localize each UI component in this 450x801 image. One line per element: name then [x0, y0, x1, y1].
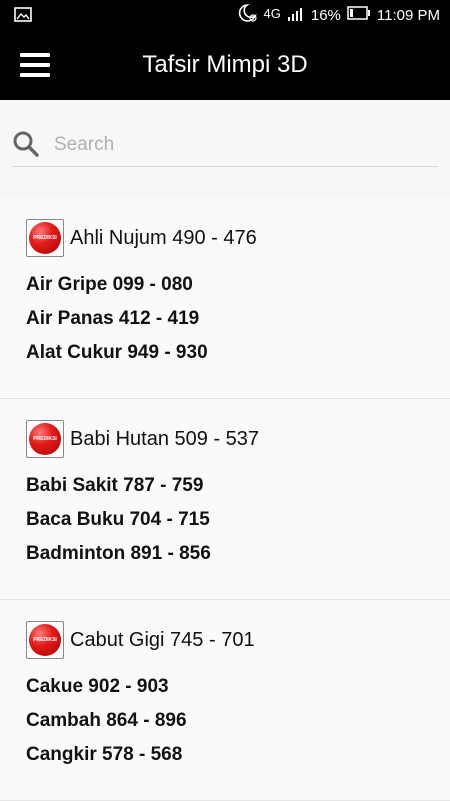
- group-header[interactable]: PREDIKSI Ahli Nujum 490 - 476: [26, 218, 257, 258]
- battery-percent: 16%: [310, 6, 341, 24]
- prediksi-logo-icon: PREDIKSI: [26, 219, 64, 257]
- gallery-notification-icon: [14, 7, 32, 27]
- app-title: Tafsir Mimpi 3D: [142, 51, 308, 78]
- list-group: PREDIKSI Babi Hutan 509 - 537 Babi Sakit…: [0, 399, 450, 600]
- list-item[interactable]: Air Gripe 099 - 080: [26, 274, 193, 296]
- group-header-label: Babi Hutan 509 - 537: [70, 427, 260, 450]
- app-bar: Tafsir Mimpi 3D: [0, 30, 450, 100]
- list-group: PREDIKSI Cabut Gigi 745 - 701 Cakue 902 …: [0, 600, 450, 801]
- list-item[interactable]: Cambah 864 - 896: [26, 710, 187, 732]
- group-header-label: Cabut Gigi 745 - 701: [70, 628, 255, 651]
- group-header-label: Ahli Nujum 490 - 476: [70, 226, 257, 249]
- list-item[interactable]: Air Panas 412 - 419: [26, 308, 199, 330]
- do-not-disturb-moon-icon: [236, 3, 258, 27]
- status-right: 4G 16% 11:09 PM: [236, 0, 440, 30]
- clock: 11:09 PM: [376, 6, 440, 24]
- group-header[interactable]: PREDIKSI Cabut Gigi 745 - 701: [26, 620, 255, 660]
- prediksi-logo-icon: PREDIKSI: [26, 621, 64, 659]
- list-item[interactable]: Badminton 891 - 856: [26, 543, 211, 565]
- list-group: PREDIKSI Ahli Nujum 490 - 476 Air Gripe …: [0, 198, 450, 399]
- list-item[interactable]: Baca Buku 704 - 715: [26, 509, 210, 531]
- search-bar: [12, 124, 438, 167]
- signal-icon: [287, 5, 305, 25]
- prediksi-logo-icon: PREDIKSI: [26, 420, 64, 458]
- list-item[interactable]: Alat Cukur 949 - 930: [26, 342, 208, 364]
- search-input[interactable]: [52, 130, 436, 160]
- status-bar: 4G 16% 11:09 PM: [0, 0, 450, 30]
- dream-list: PREDIKSI Ahli Nujum 490 - 476 Air Gripe …: [0, 198, 450, 801]
- group-header[interactable]: PREDIKSI Babi Hutan 509 - 537: [26, 419, 259, 459]
- network-type: 4G: [263, 5, 281, 21]
- search-icon: [12, 130, 40, 163]
- battery-icon: [347, 6, 371, 24]
- list-item[interactable]: Cangkir 578 - 568: [26, 744, 182, 766]
- list-item[interactable]: Cakue 902 - 903: [26, 676, 169, 698]
- list-item[interactable]: Babi Sakit 787 - 759: [26, 475, 203, 497]
